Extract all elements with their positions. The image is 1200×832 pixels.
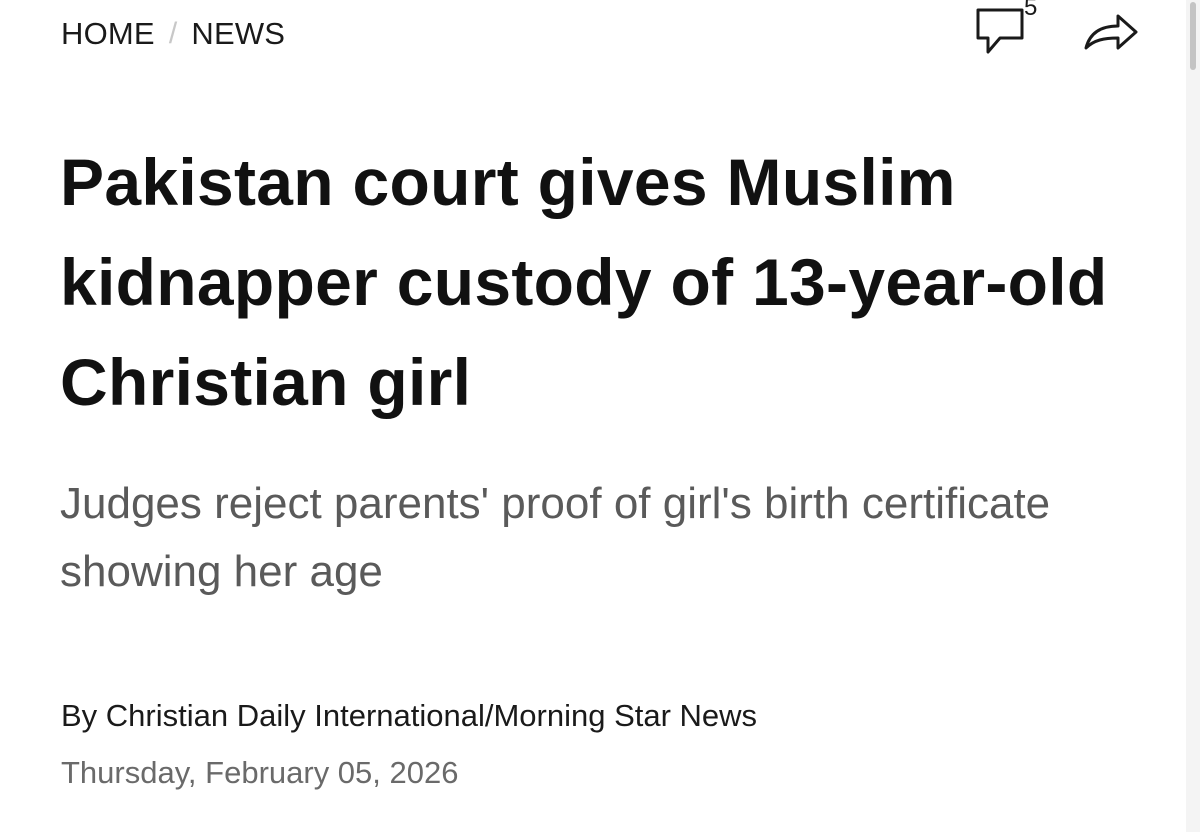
scrollbar-thumb[interactable] [1190, 2, 1196, 70]
comment-count: 5 [1024, 0, 1038, 21]
share-arrow-icon [1084, 14, 1138, 50]
breadcrumb-news-link[interactable]: NEWS [191, 16, 285, 52]
article-header-bar: HOME / NEWS 5 [0, 0, 1180, 70]
article-byline: By Christian Daily International/Morning… [61, 698, 758, 733]
breadcrumb-separator: / [168, 17, 178, 50]
breadcrumb-home-link[interactable]: HOME [61, 16, 155, 52]
article-headline: Pakistan court gives Muslim kidnapper cu… [60, 145, 1108, 419]
article-page: HOME / NEWS 5 Pakistan court gives Musli… [0, 0, 1200, 832]
breadcrumb: HOME / NEWS [61, 16, 285, 52]
article-subheadline: Judges reject parents' proof of girl's b… [60, 479, 1051, 596]
page-scrollbar[interactable] [1186, 0, 1200, 832]
article-date: Thursday, February 05, 2026 [61, 755, 459, 790]
share-button[interactable] [1080, 10, 1142, 54]
